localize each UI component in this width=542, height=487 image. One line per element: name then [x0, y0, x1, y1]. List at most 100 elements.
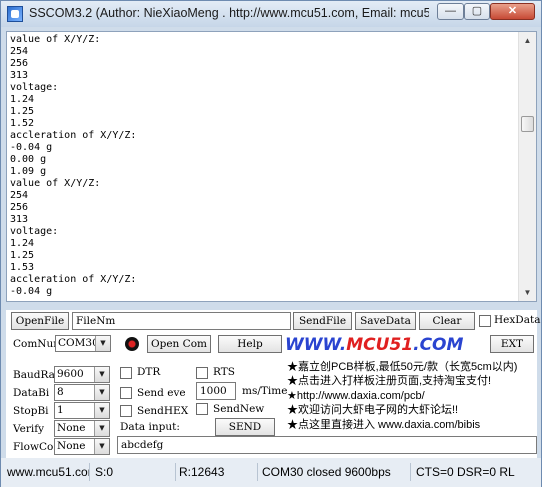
clear-button[interactable]: Clear [419, 312, 475, 330]
advert-link[interactable]: ★点击进入打样板注册页面,支持淘宝支付! [287, 374, 537, 388]
dtr-label: DTR [137, 366, 161, 378]
output-line: 1.53 [10, 262, 35, 273]
output-line: 0.00 g [10, 154, 47, 165]
open-file-button[interactable]: OpenFile [11, 312, 69, 330]
send-interval-input[interactable]: 1000 [196, 382, 236, 400]
output-line: -0.04 g [10, 286, 53, 297]
stop-bits-label: StopBi [13, 405, 49, 417]
chevron-down-icon[interactable]: ▼ [95, 336, 110, 351]
save-data-button[interactable]: SaveData [355, 312, 416, 330]
output-line: 256 [10, 58, 29, 69]
vertical-scrollbar[interactable]: ▲ ▼ [518, 32, 536, 301]
control-panel: OpenFile FileNm SendFile SaveData Clear … [6, 310, 541, 458]
scroll-thumb[interactable] [521, 116, 534, 132]
output-line: 313 [10, 214, 29, 225]
flow-control-select[interactable]: None ▼ [54, 438, 110, 455]
send-new-checkbox[interactable] [196, 403, 208, 415]
output-line: accleration of X/Y/Z: [10, 130, 137, 141]
output-line: voltage: [10, 82, 59, 93]
advert-link[interactable]: ★嘉立创PCB样板,最低50元/款（长宽5cm以内) [287, 360, 537, 374]
output-line: voltage: [10, 226, 59, 237]
advert-links: ★嘉立创PCB样板,最低50元/款（长宽5cm以内) ★点击进入打样板注册页面,支… [287, 360, 537, 435]
flow-control-value: None [57, 440, 86, 452]
brand-mcu51: MCU51 [346, 335, 414, 355]
send-file-button[interactable]: SendFile [293, 312, 352, 330]
port-status-led-icon [125, 337, 139, 351]
status-line-signals: CTS=0 DSR=0 RL [416, 465, 515, 479]
output-line: 313 [10, 70, 29, 81]
window-title: SSCOM3.2 (Author: NieXiaoMeng . http://w… [29, 6, 429, 20]
scroll-up-arrow-icon[interactable]: ▲ [519, 32, 536, 49]
send-button[interactable]: SEND [215, 418, 275, 436]
flow-control-label: FlowCo [13, 441, 54, 453]
output-line: 256 [10, 202, 29, 213]
output-line: value of X/Y/Z: [10, 34, 101, 45]
close-button[interactable]: ✕ [490, 3, 535, 20]
rts-label: RTS [213, 366, 235, 378]
ext-button[interactable]: EXT [490, 335, 534, 353]
ms-per-time-label: ms/Time [242, 385, 288, 397]
sscom-window: SSCOM3.2 (Author: NieXiaoMeng . http://w… [0, 0, 542, 487]
send-hex-label: SendHEX [137, 405, 189, 417]
verify-label: Verify [13, 423, 45, 435]
send-hex-checkbox[interactable] [120, 405, 132, 417]
output-line: 1.24 [10, 94, 35, 105]
status-port-state: COM30 closed 9600bps [262, 463, 411, 481]
stop-bits-value: 1 [57, 404, 64, 416]
status-sent-count: S:0 [95, 463, 176, 481]
baud-rate-label: BaudRa [13, 369, 55, 381]
output-line: accleration of X/Y/Z: [10, 274, 137, 285]
brand-com: .COM [413, 335, 464, 355]
com-num-value: COM30 [58, 337, 99, 349]
stop-bits-select[interactable]: 1 ▼ [54, 402, 110, 419]
verify-value: None [57, 422, 86, 434]
minimize-button[interactable]: — [437, 3, 464, 20]
output-text: value of X/Y/Z: 254 256 313 voltage: 1.24 1.25… [10, 34, 136, 298]
scroll-down-arrow-icon[interactable]: ▼ [519, 284, 536, 301]
help-button[interactable]: Help [218, 335, 282, 353]
send-every-label: Send eve [137, 387, 186, 399]
maximize-button[interactable]: ▢ [464, 3, 490, 20]
output-line: value of X/Y/Z: [10, 178, 101, 189]
com-num-select[interactable]: COM30 ▼ [55, 335, 111, 352]
brand-www: WWW. [285, 335, 347, 355]
hex-data-checkbox[interactable] [479, 315, 491, 327]
output-line: 254 [10, 190, 29, 201]
data-bits-label: DataBi [13, 387, 50, 399]
status-site[interactable]: www.mcu51.cor [7, 463, 90, 481]
data-input-label: Data input: [120, 421, 180, 433]
output-line: 1.24 [10, 238, 35, 249]
file-name-field[interactable]: FileNm [72, 312, 291, 330]
advert-link[interactable]: ★http://www.daxia.com/pcb/ [287, 389, 537, 403]
data-bits-value: 8 [57, 386, 64, 398]
hex-data-label: HexData [494, 314, 541, 326]
status-received-count: R:12643 [179, 463, 258, 481]
advert-link[interactable]: ★点这里直接进入 www.daxia.com/bibis [287, 418, 537, 432]
output-line: 254 [10, 46, 29, 57]
verify-select[interactable]: None ▼ [54, 420, 110, 437]
output-line: 1.09 g [10, 166, 47, 177]
send-new-label: SendNew [213, 403, 265, 415]
output-line: 1.52 [10, 118, 35, 129]
data-bits-select[interactable]: 8 ▼ [54, 384, 110, 401]
dtr-checkbox[interactable] [120, 367, 132, 379]
output-line: 1.25 [10, 106, 35, 117]
chevron-down-icon[interactable]: ▼ [94, 367, 109, 382]
mcu51-logo-link[interactable]: WWW.MCU51.COM [285, 335, 481, 355]
chevron-down-icon[interactable]: ▼ [94, 385, 109, 400]
data-input-field[interactable]: abcdefg [117, 436, 537, 454]
app-icon [7, 6, 23, 22]
send-every-checkbox[interactable] [120, 387, 132, 399]
receive-output-area[interactable]: value of X/Y/Z: 254 256 313 voltage: 1.24 1.25… [6, 31, 537, 302]
baud-rate-value: 9600 [57, 368, 84, 380]
output-line: 1.25 [10, 250, 35, 261]
advert-link[interactable]: ★欢迎访问大虾电子网的大虾论坛!! [287, 403, 537, 417]
output-line: -0.04 g [10, 142, 53, 153]
chevron-down-icon[interactable]: ▼ [94, 439, 109, 454]
chevron-down-icon[interactable]: ▼ [94, 403, 109, 418]
title-bar[interactable]: SSCOM3.2 (Author: NieXiaoMeng . http://w… [1, 1, 541, 27]
rts-checkbox[interactable] [196, 367, 208, 379]
chevron-down-icon[interactable]: ▼ [94, 421, 109, 436]
open-com-button[interactable]: Open Com [147, 335, 211, 353]
baud-rate-select[interactable]: 9600 ▼ [54, 366, 110, 383]
